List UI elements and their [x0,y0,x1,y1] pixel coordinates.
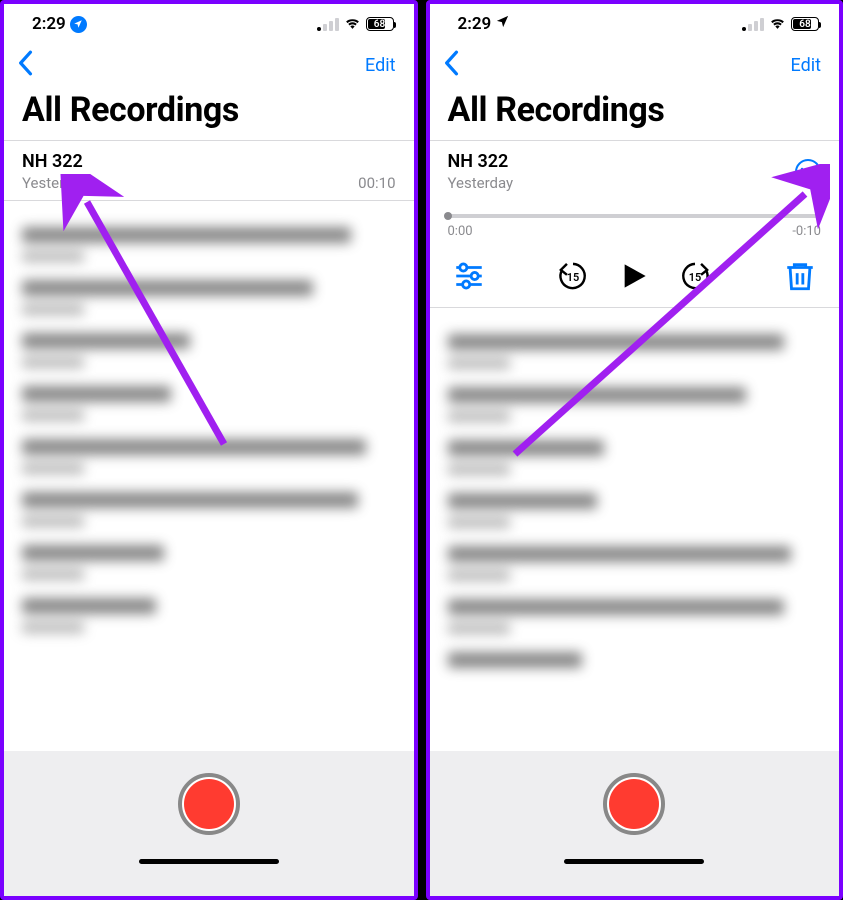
playback-controls: 15 15 [430,243,840,307]
recording-duration: 00:10 [358,174,395,192]
record-icon [184,779,234,829]
status-bar: 2:29 68 [4,4,414,38]
recording-title: NH 322 [22,151,396,172]
forward-15-button[interactable]: 15 [678,259,712,293]
blurred-list [4,201,414,751]
edit-button[interactable]: Edit [791,55,821,76]
home-indicator[interactable] [139,859,279,864]
phone-right: 2:29 68 Edit All Recordings NH 322 Yeste… [426,0,843,900]
battery-icon: 68 [791,17,819,31]
edit-button[interactable]: Edit [365,55,395,76]
location-icon [70,16,87,33]
play-button[interactable] [620,261,648,291]
status-bar: 2:29 68 [430,4,840,38]
nav-bar: Edit [430,38,840,86]
svg-text:15: 15 [689,271,701,284]
recording-item[interactable]: NH 322 Yesterday 00:10 [4,141,414,200]
home-indicator[interactable] [564,859,704,864]
wifi-icon [769,14,786,34]
battery-icon: 68 [366,17,394,31]
time-current: 0:00 [448,224,473,239]
record-icon [609,779,659,829]
scrubber-track[interactable] [448,214,822,218]
scrubber-thumb[interactable] [444,212,452,220]
settings-sliders-button[interactable] [452,259,486,293]
recording-date: Yesterday [22,174,88,192]
cellular-icon [317,18,339,31]
blurred-list [430,308,840,751]
clock: 2:29 [32,14,66,34]
cellular-icon [742,18,764,31]
page-title: All Recordings [430,86,840,140]
time-remaining: -0:10 [792,224,821,239]
bottom-bar [430,751,840,896]
location-icon [495,14,510,34]
delete-button[interactable] [783,259,817,293]
wifi-icon [344,14,361,34]
more-options-button[interactable]: ••• [795,159,821,185]
recording-title: NH 322 [448,151,514,172]
bottom-bar [4,751,414,896]
nav-bar: Edit [4,38,414,86]
clock: 2:29 [458,14,492,34]
recording-item-expanded: NH 322 Yesterday ••• [430,141,840,200]
svg-text:15: 15 [567,271,579,284]
back-button[interactable] [16,50,34,80]
record-button[interactable] [603,773,665,835]
rewind-15-button[interactable]: 15 [556,259,590,293]
playback-scrubber[interactable]: 0:00 -0:10 [430,200,840,243]
back-button[interactable] [442,50,460,80]
page-title: All Recordings [4,86,414,140]
record-button[interactable] [178,773,240,835]
recording-date: Yesterday [448,174,514,192]
phone-left: 2:29 68 Edit All Recordings NH 322 Yeste… [0,0,418,900]
